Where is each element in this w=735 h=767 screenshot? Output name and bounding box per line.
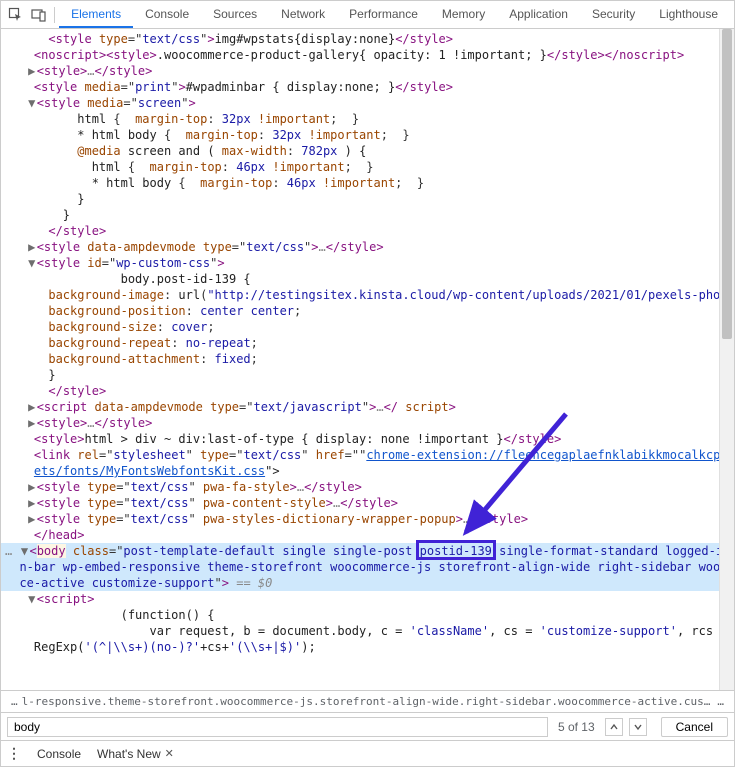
tab-memory[interactable]: Memory bbox=[430, 1, 497, 28]
device-toolbar-icon[interactable] bbox=[28, 2, 51, 28]
inspect-element-icon[interactable] bbox=[5, 2, 28, 28]
selected-body-element[interactable]: n-bar wp-embed-responsive theme-storefro… bbox=[1, 559, 734, 575]
dom-tree-line[interactable]: ▼<style id="wp-custom-css"> bbox=[1, 255, 734, 271]
dom-tree-line[interactable]: <style type="text/css">img#wpstats{displ… bbox=[1, 31, 734, 47]
breadcrumb-overflow[interactable]: … bbox=[7, 695, 22, 708]
tab-lighthouse[interactable]: Lighthouse bbox=[647, 1, 730, 28]
breadcrumb-overflow-right[interactable]: … bbox=[713, 695, 728, 708]
expand-arrow-icon[interactable]: ▼ bbox=[27, 95, 37, 111]
dom-tree-line[interactable]: <style media="print">#wpadminbar { displ… bbox=[1, 79, 734, 95]
dom-tree-line[interactable]: @media screen and ( max-width: 782px ) { bbox=[1, 143, 734, 159]
dom-tree-line[interactable]: html { margin-top: 32px !important; } bbox=[1, 111, 734, 127]
dom-tree-line[interactable]: ▶<style type="text/css" pwa-styles-dicti… bbox=[1, 511, 734, 527]
dom-tree-line[interactable]: ▶<style type="text/css" pwa-content-styl… bbox=[1, 495, 734, 511]
selected-body-element[interactable]: ce-active customize-support"> == $0 bbox=[1, 575, 734, 591]
dom-tree-line[interactable]: ▶<style>…</style> bbox=[1, 415, 734, 431]
dom-tree-line[interactable]: background-attachment: fixed; bbox=[1, 351, 734, 367]
breadcrumb-trail[interactable]: l-responsive.theme-storefront.woocommerc… bbox=[22, 695, 714, 708]
tab-elements[interactable]: Elements bbox=[59, 1, 133, 28]
expand-arrow-icon[interactable]: ▶ bbox=[27, 511, 37, 527]
search-next-button[interactable] bbox=[629, 718, 647, 736]
breadcrumb-bar[interactable]: … l-responsive.theme-storefront.woocomme… bbox=[1, 690, 734, 712]
dom-tree-line[interactable]: RegExp('(^|\\s+)(no-)?'+cs+'(\\s+|$)'); bbox=[1, 639, 734, 655]
drawer-tab-console[interactable]: Console bbox=[29, 741, 89, 766]
dom-tree-line[interactable]: var request, b = document.body, c = 'cla… bbox=[1, 623, 734, 639]
close-icon[interactable]: ✕ bbox=[165, 747, 174, 760]
devtools-toolbar: ElementsConsoleSourcesNetworkPerformance… bbox=[1, 1, 734, 29]
dom-tree-line[interactable]: ▼<style media="screen"> bbox=[1, 95, 734, 111]
tab-sources[interactable]: Sources bbox=[201, 1, 269, 28]
tab-performance[interactable]: Performance bbox=[337, 1, 430, 28]
expand-arrow-icon[interactable]: ▼ bbox=[27, 591, 37, 607]
dom-tree-line[interactable]: ▶<style data-ampdevmode type="text/css">… bbox=[1, 239, 734, 255]
expand-arrow-icon[interactable]: ▶ bbox=[27, 495, 37, 511]
drawer-more-icon[interactable]: ⋮ bbox=[7, 745, 23, 762]
dom-tree-line[interactable]: * html body { margin-top: 32px !importan… bbox=[1, 127, 734, 143]
dom-tree-line[interactable]: background-position: center center; bbox=[1, 303, 734, 319]
expand-arrow-icon[interactable]: ▶ bbox=[27, 479, 37, 495]
dom-tree-line[interactable]: } bbox=[1, 367, 734, 383]
dom-tree-line[interactable]: </style> bbox=[1, 223, 734, 239]
cancel-button[interactable]: Cancel bbox=[661, 717, 728, 737]
expand-arrow-icon[interactable]: ▶ bbox=[27, 399, 37, 415]
elements-tree[interactable]: <style type="text/css">img#wpstats{displ… bbox=[1, 29, 734, 690]
expand-arrow-icon[interactable]: ▶ bbox=[27, 239, 37, 255]
dom-tree-line[interactable]: background-image: url("http://testingsit… bbox=[1, 287, 734, 303]
dom-tree-line[interactable]: <link rel="stylesheet" type="text/css" h… bbox=[1, 447, 734, 463]
dom-tree-line[interactable]: } bbox=[1, 191, 734, 207]
search-match-count: 5 of 13 bbox=[554, 720, 599, 734]
tab-console[interactable]: Console bbox=[133, 1, 201, 28]
dom-tree-line[interactable]: html { margin-top: 46px !important; } bbox=[1, 159, 734, 175]
expand-arrow-icon[interactable]: ▼ bbox=[27, 255, 37, 271]
dom-tree-line[interactable]: } bbox=[1, 207, 734, 223]
dom-tree-line[interactable]: background-repeat: no-repeat; bbox=[1, 335, 734, 351]
tab-security[interactable]: Security bbox=[580, 1, 647, 28]
drawer-toolbar: ⋮ ConsoleWhat's New✕ bbox=[1, 740, 734, 766]
drawer-tab-what-s-new[interactable]: What's New✕ bbox=[89, 741, 182, 766]
search-input[interactable] bbox=[7, 717, 548, 737]
dom-tree-line[interactable]: background-size: cover; bbox=[1, 319, 734, 335]
dom-tree-line[interactable]: ▶<style type="text/css" pwa-fa-style>…</… bbox=[1, 479, 734, 495]
dom-tree-line[interactable]: * html body { margin-top: 46px !importan… bbox=[1, 175, 734, 191]
expand-arrow-icon[interactable]: ▶ bbox=[27, 415, 37, 431]
dom-tree-line[interactable]: ▼<script> bbox=[1, 591, 734, 607]
tab-application[interactable]: Application bbox=[497, 1, 580, 28]
panel-tabs: ElementsConsoleSourcesNetworkPerformance… bbox=[59, 1, 730, 28]
scrollbar[interactable] bbox=[719, 29, 734, 690]
dom-tree-line[interactable]: (function() { bbox=[1, 607, 734, 623]
dom-tree-line[interactable]: <noscript><style>.woocommerce-product-ga… bbox=[1, 47, 734, 63]
search-bar: 5 of 13 Cancel bbox=[1, 712, 734, 740]
dom-tree-line[interactable]: <style>html > div ~ div:last-of-type { d… bbox=[1, 431, 734, 447]
selected-body-element[interactable]: … ▼<body class="post-template-default si… bbox=[1, 543, 734, 559]
expand-arrow-icon[interactable]: ▶ bbox=[27, 63, 37, 79]
search-prev-button[interactable] bbox=[605, 718, 623, 736]
expand-arrow-icon[interactable]: ▼ bbox=[19, 543, 29, 559]
dom-tree-line[interactable]: ets/fonts/MyFontsWebfontsKit.css"> bbox=[1, 463, 734, 479]
tab-network[interactable]: Network bbox=[269, 1, 337, 28]
dom-tree-line[interactable]: ▶<script data-ampdevmode type="text/java… bbox=[1, 399, 734, 415]
dom-tree-line[interactable]: ▶<style>…</style> bbox=[1, 63, 734, 79]
dom-tree-line[interactable]: </head> bbox=[1, 527, 734, 543]
dom-tree-line[interactable]: </style> bbox=[1, 383, 734, 399]
dom-tree-line[interactable]: body.post-id-139 { bbox=[1, 271, 734, 287]
